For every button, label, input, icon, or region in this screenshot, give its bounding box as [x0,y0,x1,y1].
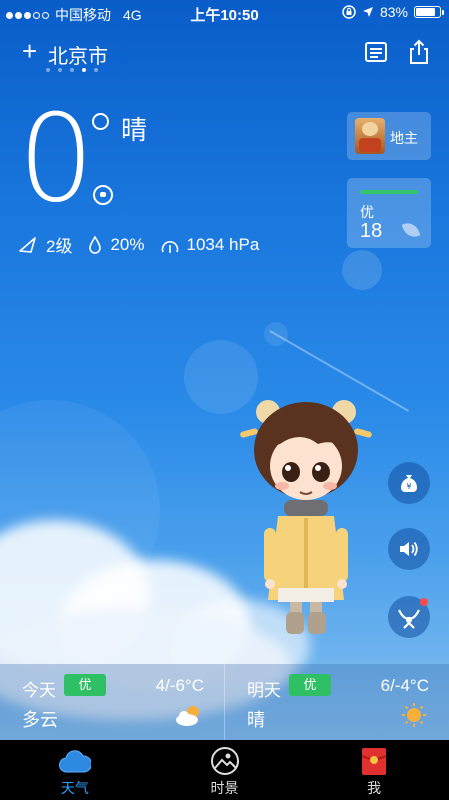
tab-label: 时景 [210,780,239,796]
page-dot [46,68,50,72]
weather-screen: 中国移动 4G 上午10:50 83% + 北京市 0 晴 2级 20% 103… [0,0,449,740]
landlord-label: 地主 [390,130,418,146]
degree-symbol [92,113,109,130]
page-dot [58,68,62,72]
battery-percent: 83% [379,4,408,20]
tab-weather[interactable]: 天气 [0,740,150,800]
pressure-gauge-icon [161,240,178,253]
current-temperature: 0 [18,90,94,229]
temperature-range: 6/-4°C [380,676,429,695]
character-switch-icon [398,609,420,629]
water-drop-icon [89,235,102,254]
humidity-value: 20% [110,234,145,254]
leaf-icon [401,220,421,240]
sun-icon [402,703,426,727]
wind-value: 2级 [46,237,73,256]
pressure-value: 1034 hPa [186,234,260,254]
character-share-button[interactable] [388,596,430,638]
cloud-icon [58,750,91,773]
share-icon[interactable] [405,38,433,66]
rotation-lock-icon [342,5,356,19]
landlord-game-card[interactable]: 地主 [347,112,431,160]
forecast-condition: 多云 [22,710,58,730]
forecast-condition: 晴 [247,710,265,730]
cartoon-character[interactable] [238,400,374,640]
page-indicator [46,68,98,72]
pressure-metric: 1034 hPa [161,234,260,255]
aqi-badge: 优 [289,674,331,696]
sound-button[interactable] [388,528,430,570]
photo-icon [210,747,239,775]
tab-bar: 天气 时景 我 [0,740,449,800]
tab-label: 天气 [60,780,89,796]
page-dot [82,68,86,72]
aqi-color-bar [360,190,418,194]
partly-cloudy-icon [176,706,199,726]
page-dot [70,68,74,72]
svg-text:¥: ¥ [406,482,411,491]
weather-metrics: 2级 20% 1034 hPa [18,232,275,257]
add-city-button[interactable]: + [22,38,37,64]
money-bag-button[interactable]: ¥ [388,462,430,504]
forecast-today[interactable]: 今天 优 4/-6°C 多云 [0,664,224,740]
aqi-value: 18 [360,220,383,242]
tab-me[interactable]: 我 [299,740,449,800]
battery-icon [414,6,444,18]
aqi-badge: 优 [64,674,106,696]
page-dot [94,68,98,72]
notification-dot [420,598,428,606]
status-bar: 中国移动 4G 上午10:50 83% [0,0,449,26]
forecast-panel: 今天 优 4/-6°C 多云 明天 优 6/-4°C 晴 [0,664,449,740]
current-condition: 晴 [121,115,148,145]
forecast-day-label: 今天 [22,681,56,700]
speaker-icon [400,541,418,557]
humidity-metric: 20% [88,234,145,255]
red-envelope-icon [361,748,387,775]
lens-flare-orb [342,250,382,290]
header: + 北京市 [0,36,449,76]
landlord-avatar [355,118,385,154]
list-icon[interactable] [362,38,390,66]
forecast-tomorrow[interactable]: 明天 优 6/-4°C 晴 [224,664,449,740]
money-bag-icon: ¥ [401,475,417,492]
location-arrow-icon [362,7,373,17]
aqi-level: 优 [360,204,374,220]
wind-flag-icon [19,236,36,253]
forecast-day-label: 明天 [247,681,281,700]
city-name[interactable]: 北京市 [48,40,108,69]
tab-label: 我 [367,780,382,796]
tab-scenery[interactable]: 时景 [150,740,300,800]
air-quality-card[interactable]: 优 18 [347,178,431,248]
temperature-range: 4/-6°C [155,676,204,695]
chat-bubble-icon[interactable] [93,185,113,205]
wind-metric: 2级 [18,232,72,257]
